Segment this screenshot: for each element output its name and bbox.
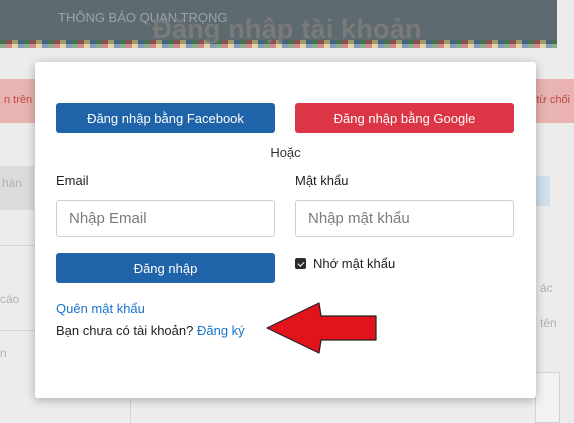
remember-checkbox[interactable] — [295, 258, 306, 269]
password-label: Mật khẩu — [295, 173, 349, 188]
red-arrow-icon — [266, 302, 377, 354]
background-fragment: n — [0, 346, 7, 360]
background-side-block — [536, 176, 550, 206]
background-fragment: hàn — [2, 176, 23, 190]
page-title: Đăng nhập tài khoản — [152, 14, 422, 44]
background-column-line — [130, 400, 131, 423]
forgot-password-link[interactable]: Quên mật khẩu — [56, 301, 145, 316]
remember-me[interactable]: Nhớ mật khẩu — [295, 256, 395, 271]
background-divider — [0, 245, 35, 246]
email-label: Email — [56, 173, 89, 188]
facebook-login-button[interactable]: Đăng nhập bằng Facebook — [56, 103, 275, 133]
background-fragment: ác — [540, 281, 553, 295]
password-input[interactable] — [295, 200, 514, 237]
background-box — [535, 372, 560, 423]
signup-row: Bạn chưa có tài khoản? Đăng ký — [56, 323, 245, 338]
signup-link[interactable]: Đăng ký — [197, 323, 245, 338]
signup-prompt: Bạn chưa có tài khoản? — [56, 323, 194, 338]
background-divider — [0, 330, 35, 331]
background-fragment: cáo — [0, 292, 20, 306]
background-alert-text-right: từ chối — [536, 94, 570, 106]
login-button[interactable]: Đăng nhập — [56, 253, 275, 283]
background-alert-text-left: n trên — [4, 94, 33, 106]
email-input[interactable] — [56, 200, 275, 237]
or-separator: Hoặc — [270, 145, 301, 160]
google-login-button[interactable]: Đăng nhập bằng Google — [295, 103, 514, 133]
remember-label: Nhớ mật khẩu — [313, 256, 396, 271]
background-fragment: tên — [540, 316, 557, 330]
